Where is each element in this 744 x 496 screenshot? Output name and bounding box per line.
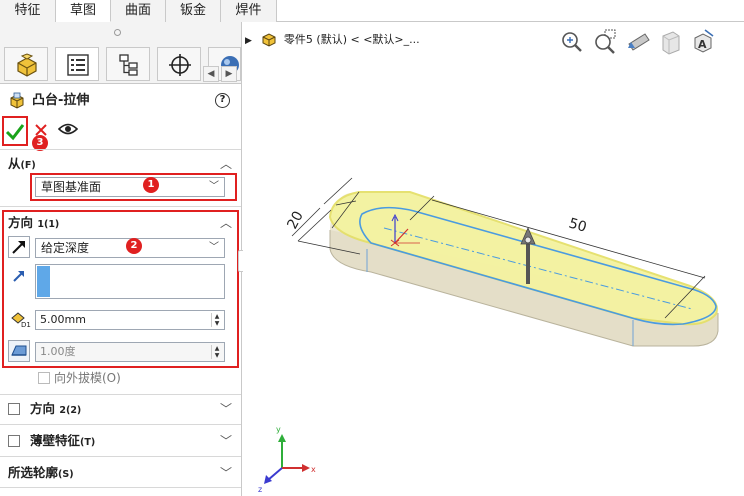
cancel-x-icon[interactable] xyxy=(34,123,48,137)
tab-sketch[interactable]: 草图 xyxy=(56,0,111,22)
tab-weldments[interactable]: 焊件 xyxy=(221,0,277,22)
divider xyxy=(0,487,241,488)
configuration-manager-tab[interactable] xyxy=(106,47,150,81)
tab-scroll-right-button[interactable]: ▶ xyxy=(221,66,237,82)
reverse-arrow-icon xyxy=(12,241,25,254)
tab-scroll-left-button[interactable]: ◀ xyxy=(203,66,219,82)
chevron-down-icon[interactable]: ﹀ xyxy=(220,432,232,450)
dimxpert-manager-tab[interactable] xyxy=(157,47,201,81)
eye-preview-icon[interactable] xyxy=(58,122,78,136)
axis-z-icon: z xyxy=(258,485,262,494)
direction2-shortcut: 2(2) xyxy=(59,405,82,416)
from-select[interactable]: 草图基准面 ﹀ xyxy=(35,177,225,197)
depth-spinner[interactable]: ▲ ▼ xyxy=(211,313,222,327)
selected-contours-shortcut: (S) xyxy=(58,469,74,480)
chevron-up-icon[interactable]: ︿ xyxy=(220,214,232,232)
direction1-shortcut: 1(1) xyxy=(37,219,60,230)
tab-features[interactable]: 特征 xyxy=(0,0,56,22)
svg-text:D1: D1 xyxy=(21,321,31,328)
model-view[interactable]: 20 50 y x z xyxy=(243,22,744,496)
from-section-header[interactable]: 从(F) ︿ xyxy=(8,155,234,173)
crosshair-icon xyxy=(169,54,191,76)
confirm-row: 3 xyxy=(0,116,241,151)
reverse-direction-button[interactable] xyxy=(8,236,30,258)
check-icon xyxy=(5,124,25,141)
direction2-section-header[interactable]: 方向 2(2) ﹀ xyxy=(8,400,234,418)
feature-title-row: 凸台-拉伸 ? xyxy=(8,92,234,112)
draft-angle-value: 1.00度 xyxy=(40,345,76,358)
ok-button[interactable] xyxy=(2,116,28,146)
panel-grip[interactable] xyxy=(0,22,241,44)
from-value: 草图基准面 xyxy=(41,180,102,194)
from-label: 从 xyxy=(8,156,21,171)
property-manager-tab[interactable] xyxy=(55,47,99,81)
property-manager: ◀ ▶ 凸台-拉伸 ? 3 从(F) ︿ 草图基准面 ﹀ 1 方向 1(1) ︿… xyxy=(0,22,246,496)
property-list-icon xyxy=(67,54,89,76)
tab-sheet-metal[interactable]: 钣金 xyxy=(166,0,221,22)
depth-value: 5.00mm xyxy=(40,313,86,326)
depth-dimension-icon: D1 xyxy=(11,312,31,328)
depth-input[interactable]: 5.00mm ▲ ▼ xyxy=(35,310,225,330)
direction1-label: 方向 xyxy=(8,215,34,230)
divider xyxy=(0,394,241,395)
direction-vector-icon xyxy=(13,271,24,282)
length-dimension-label[interactable]: 50 xyxy=(567,215,589,235)
draft-spinner[interactable]: ▲ ▼ xyxy=(211,345,222,359)
tab-surfaces[interactable]: 曲面 xyxy=(111,0,166,22)
feature-title: 凸台-拉伸 xyxy=(32,93,90,108)
selected-contours-label: 所选轮廓 xyxy=(8,465,59,480)
grip-dot-icon xyxy=(114,29,121,36)
thin-feature-section-header[interactable]: 薄壁特征(T) ﹀ xyxy=(8,432,234,450)
divider xyxy=(0,149,241,150)
chevron-down-icon: ﹀ xyxy=(209,181,219,192)
draft-outward-label: 向外拔模(O) xyxy=(54,371,121,385)
axis-y-icon: y xyxy=(276,425,281,434)
step-badge-1: 1 xyxy=(143,177,159,193)
chevron-down-icon: ﹀ xyxy=(209,242,219,253)
command-manager-tabs: 特征 草图 曲面 钣金 焊件 xyxy=(0,0,744,22)
from-shortcut: (F) xyxy=(20,160,36,171)
selection-active-marker xyxy=(37,266,50,297)
boss-extrude-icon xyxy=(10,92,24,109)
chevron-down-icon[interactable]: ﹀ xyxy=(220,464,232,482)
graphics-area[interactable]: ▶ 零件5 (默认) < <默认>_... A 20 50 y x z xyxy=(243,22,744,496)
selected-contours-section-header[interactable]: 所选轮廓(S) ﹀ xyxy=(8,464,234,482)
direction2-label: 方向 xyxy=(30,401,56,416)
draft-angle-input[interactable]: 1.00度 ▲ ▼ xyxy=(35,342,225,362)
thin-feature-shortcut: (T) xyxy=(80,437,96,448)
width-dimension-label[interactable]: 20 xyxy=(284,209,306,232)
draft-icon xyxy=(11,345,27,356)
divider xyxy=(0,456,241,457)
divider xyxy=(0,424,241,425)
chevron-up-icon[interactable]: ︿ xyxy=(220,155,232,173)
direction1-section-header[interactable]: 方向 1(1) ︿ xyxy=(8,214,234,232)
axis-x-icon: x xyxy=(311,465,316,474)
draft-toggle-button[interactable] xyxy=(8,340,30,362)
thin-feature-checkbox[interactable] xyxy=(8,435,20,447)
help-icon[interactable]: ? xyxy=(215,93,230,108)
feature-tree-tab[interactable] xyxy=(4,47,48,81)
chevron-down-icon[interactable]: ﹀ xyxy=(220,400,232,418)
thin-feature-label: 薄壁特征 xyxy=(30,433,81,448)
direction-selection-box[interactable] xyxy=(35,264,225,299)
feature-manager-icon xyxy=(17,53,37,77)
end-condition-value: 给定深度 xyxy=(41,241,90,255)
step-badge-2: 2 xyxy=(126,238,142,254)
divider xyxy=(0,206,241,207)
draft-outward-checkbox[interactable] xyxy=(38,372,50,384)
direction2-checkbox[interactable] xyxy=(8,403,20,415)
configuration-tree-icon xyxy=(119,54,138,76)
